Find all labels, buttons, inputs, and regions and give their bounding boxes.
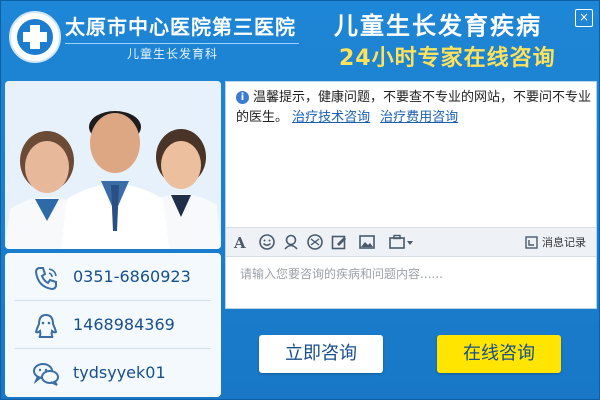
- chat-panel: i 温馨提示，健康问题，不要查不专业的网站，不要问不专业的医生。 治疗技术咨询 治疗…: [225, 81, 597, 309]
- message-input[interactable]: [226, 257, 596, 308]
- contact-wechat: tydsyyek01: [5, 351, 221, 395]
- hospital-logo: [9, 11, 61, 63]
- user-icon[interactable]: [282, 233, 300, 251]
- header-divider: [65, 43, 299, 44]
- link-treatment-cost[interactable]: 治疗费用咨询: [380, 110, 458, 125]
- consult-window: 太原市中心医院第三医院 儿童生长发育科 儿童生长发育疾病 24小时专家在线咨询 …: [0, 0, 600, 400]
- slogan-title: 儿童生长发育疾病: [334, 12, 542, 40]
- tip-message: i 温馨提示，健康问题，不要查不专业的网站，不要问不专业的医生。 治疗技术咨询 治疗…: [236, 88, 591, 128]
- department-name: 儿童生长发育科: [127, 47, 219, 61]
- hospital-name: 太原市中心医院第三医院: [65, 15, 296, 39]
- link-treatment-tech[interactable]: 治疗技术咨询: [292, 110, 370, 125]
- message-history-button[interactable]: 消息记录: [525, 234, 586, 250]
- online-consult-button[interactable]: 在线咨询: [437, 335, 561, 373]
- contact-divider: [15, 348, 211, 349]
- qq-icon: [34, 313, 58, 338]
- header: 太原市中心医院第三医院 儿童生长发育科 儿童生长发育疾病 24小时专家在线咨询 …: [1, 1, 600, 79]
- svg-text:A: A: [233, 234, 246, 251]
- contact-phone: 0351-6860923: [5, 255, 221, 299]
- qq-number[interactable]: 1468984369: [73, 315, 175, 334]
- history-label: 消息记录: [542, 236, 586, 249]
- consult-now-button[interactable]: 立即咨询: [259, 335, 383, 373]
- history-icon: [525, 236, 538, 249]
- emoji-icon[interactable]: [258, 233, 276, 251]
- doctors-photo: [5, 81, 221, 249]
- contact-panel: 0351-6860923 1468984369 tydsyyek01: [5, 253, 221, 397]
- font-icon[interactable]: A: [232, 233, 250, 251]
- image-icon[interactable]: [358, 233, 376, 251]
- edit-icon[interactable]: [330, 233, 348, 251]
- wechat-id[interactable]: tydsyyek01: [73, 363, 166, 382]
- close-button[interactable]: ×: [575, 9, 593, 27]
- info-icon: i: [236, 91, 249, 104]
- contact-divider: [15, 300, 211, 301]
- slogan-subtitle: 24小时专家在线咨询: [339, 46, 556, 71]
- phone-icon: [34, 267, 57, 291]
- shake-icon[interactable]: [306, 233, 324, 251]
- file-transfer-icon[interactable]: [388, 233, 414, 251]
- contact-qq: 1468984369: [5, 303, 221, 347]
- phone-number[interactable]: 0351-6860923: [73, 267, 191, 286]
- chat-toolbar: A 消息记录: [226, 227, 596, 257]
- wechat-icon: [33, 363, 59, 386]
